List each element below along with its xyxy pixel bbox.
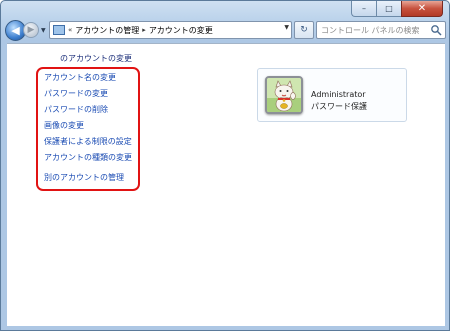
address-bar[interactable]: « アカウントの管理 ▸ アカウントの変更 ▼ xyxy=(49,21,292,39)
page-title: のアカウントの変更 xyxy=(60,54,132,63)
caption-buttons: – □ ✕ xyxy=(351,1,443,19)
close-button[interactable]: ✕ xyxy=(401,1,443,17)
navigation-buttons: ◀ ▶ ▼ xyxy=(5,18,46,42)
search-input[interactable] xyxy=(316,21,446,39)
parental-controls-link[interactable]: 保護者による制限の設定 xyxy=(44,136,132,147)
change-account-type-link[interactable]: アカウントの種類の変更 xyxy=(44,152,132,163)
account-type: パスワード保護 xyxy=(311,102,367,111)
refresh-button[interactable]: ↻ xyxy=(294,21,314,39)
recent-pages-dropdown-icon[interactable]: ▼ xyxy=(41,27,46,34)
manage-another-account-link[interactable]: 別のアカウントの管理 xyxy=(44,172,124,183)
breadcrumb-manage-accounts[interactable]: アカウントの管理 xyxy=(75,25,139,36)
breadcrumb-separator-icon[interactable]: ▸ xyxy=(142,26,146,34)
control-panel-icon xyxy=(53,25,65,35)
remove-password-link[interactable]: パスワードの削除 xyxy=(44,104,108,115)
change-account-name-link[interactable]: アカウント名の変更 xyxy=(44,72,116,83)
maximize-button[interactable]: □ xyxy=(376,1,401,17)
breadcrumb-change-account[interactable]: アカウントの変更 xyxy=(149,25,213,36)
forward-button[interactable]: ▶ xyxy=(23,22,39,38)
address-history-dropdown-icon[interactable]: ▼ xyxy=(284,24,289,31)
change-password-link[interactable]: パスワードの変更 xyxy=(44,88,108,99)
breadcrumb-overflow-icon[interactable]: « xyxy=(68,26,72,34)
minimize-button[interactable]: – xyxy=(351,1,376,17)
search-icon[interactable] xyxy=(430,24,442,36)
account-name: Administrator xyxy=(311,90,366,99)
change-picture-link[interactable]: 画像の変更 xyxy=(44,120,84,131)
lucky-cat-icon xyxy=(265,76,303,114)
